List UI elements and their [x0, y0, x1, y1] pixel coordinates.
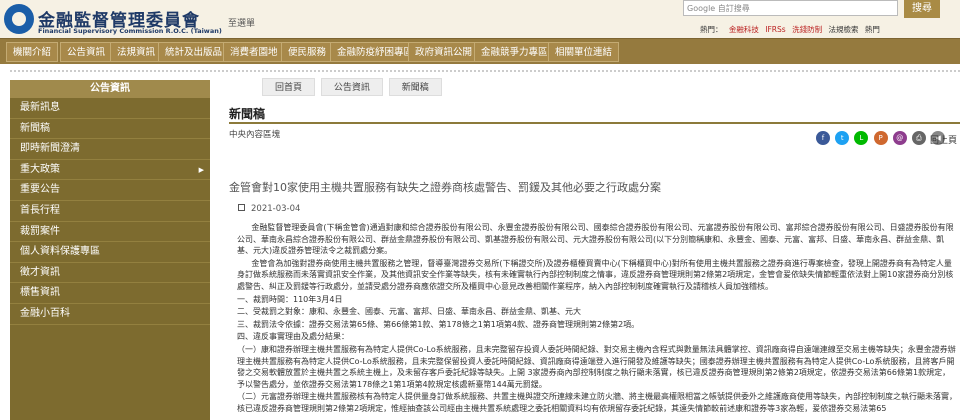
back-link[interactable]: 回上頁 — [930, 133, 957, 146]
line-icon[interactable]: L — [854, 131, 869, 145]
sidebar: 公告資訊 最新訊息 新聞稿 即時新聞澄清 重大政策 ▶ 重要公告 首長行程 裁罰案… — [10, 80, 210, 420]
main-nav: 機關介紹 公告資訊 法規資訊 統計及出版品 消費者園地 便民服務 金融防疫紓困專… — [0, 38, 960, 64]
divider — [10, 70, 960, 72]
nav-competitiveness[interactable]: 金融競爭力專區 — [474, 42, 555, 62]
sidebar-item-encyclopedia[interactable]: 金融小百科 — [10, 304, 210, 325]
breadcrumb-press[interactable]: 新聞稿 — [388, 78, 442, 96]
breadcrumb-home[interactable]: 回首頁 — [262, 78, 316, 96]
sidebar-item-clarification[interactable]: 即時新聞澄清 — [10, 139, 210, 160]
paragraph: 金融監督管理委員會(下稱金管會)通過對康和綜合證券股份有限公司、永豐金證券股份有… — [237, 223, 954, 256]
nav-services[interactable]: 便民服務 — [281, 42, 334, 62]
nav-about[interactable]: 機關介紹 — [6, 42, 59, 62]
search-button[interactable]: 搜尋 — [904, 0, 940, 18]
share-bar: f t L P @ ⎙ ◀ — [816, 131, 947, 145]
nav-announcements[interactable]: 公告資訊 — [60, 42, 113, 62]
nav-open-info[interactable]: 政府資訊公開 — [408, 42, 480, 62]
hot-more: 熱門 — [864, 25, 880, 34]
date-value: 2021-03-04 — [251, 204, 301, 214]
sidebar-item-schedule[interactable]: 首長行程 — [10, 201, 210, 222]
search-placeholder: Google 自訂搜尋 — [687, 4, 750, 13]
hot-label: 熱門： — [700, 25, 723, 34]
fsc-logo-icon[interactable] — [4, 4, 34, 34]
site-header: 金融監督管理委員會 Financial Supervisory Commissi… — [0, 0, 960, 38]
print-icon[interactable]: ⎙ — [911, 131, 926, 145]
hot-links: 熱門： 金融科技 IFRSs 洗錢防制 法規檢索 熱門 — [700, 24, 884, 35]
sidebar-item-notices[interactable]: 重要公告 — [10, 180, 210, 201]
nav-pandemic[interactable]: 金融防疫紓困專區 — [330, 42, 421, 62]
chevron-right-icon: ▶ — [198, 165, 204, 174]
hot-link-ifrs[interactable]: IFRSs — [765, 25, 785, 34]
sidebar-item-press[interactable]: 新聞稿 — [10, 119, 210, 140]
sidebar-item-policy[interactable]: 重大政策 ▶ — [10, 160, 210, 181]
article-title: 金管會對10家使用主機共置服務有缺失之證券商核處警告、罰鍰及其他必要之行政處分案 — [229, 181, 661, 194]
sidebar-item-auction[interactable]: 標售資訊 — [10, 283, 210, 304]
list-item: 一、裁罰時間：110年3月4日 — [237, 294, 343, 304]
nav-related-links[interactable]: 相關單位連結 — [548, 42, 620, 62]
sidebar-item-latest[interactable]: 最新訊息 — [10, 98, 210, 119]
list-item: 三、裁罰法令依據：證券交易法第65條、第66條第1款、第178條之1第1項第4款… — [237, 319, 640, 329]
paragraph: （一）康和證券辦理主機共置服務有為特定人提供Co-Lo系統服務，且未完整留存投資… — [237, 344, 956, 389]
twitter-icon[interactable]: t — [835, 131, 850, 145]
hot-link-regulation-search[interactable]: 法規檢索 — [828, 25, 858, 34]
content-region-label: 中央內容區塊 — [229, 130, 281, 140]
plurk-icon[interactable]: P — [873, 131, 888, 145]
article-body: 金融監督管理委員會(下稱金管會)通過對康和綜合證券股份有限公司、永豐金證券股份有… — [237, 222, 957, 416]
facebook-icon[interactable]: f — [816, 131, 830, 145]
breadcrumb-announcements[interactable]: 公告資訊 — [320, 78, 383, 96]
title-divider — [229, 122, 960, 124]
sidebar-item-privacy[interactable]: 個人資料保護專區 — [10, 242, 210, 263]
hot-link-aml[interactable]: 洗錢防制 — [792, 25, 822, 34]
paragraph: （二）元富證券辦理主機共置服務核有為特定人提供量身訂做系統服務、共置主機與證交所… — [237, 392, 957, 413]
sidebar-item-label: 重大政策 — [20, 163, 60, 175]
email-icon[interactable]: @ — [892, 131, 907, 145]
brand-name-en: Financial Supervisory Commission R.O.C. … — [38, 27, 222, 35]
list-item: 二、受裁罰之對象：康和、永豐金、國泰、元富、富邦、日盛、華南永昌、群益金鼎、凱基… — [237, 307, 581, 317]
breadcrumb: 回首頁 公告資訊 新聞稿 — [262, 78, 445, 96]
nav-statistics[interactable]: 統計及出版品 — [158, 42, 230, 62]
nav-regulations[interactable]: 法規資訊 — [110, 42, 163, 62]
sidebar-title: 公告資訊 — [10, 80, 210, 98]
nav-consumer[interactable]: 消費者園地 — [223, 42, 285, 62]
hot-link-fintech[interactable]: 金融科技 — [729, 25, 759, 34]
sidebar-item-penalties[interactable]: 裁罰案件 — [10, 222, 210, 243]
calendar-icon — [238, 204, 245, 211]
search-input[interactable]: Google 自訂搜尋 — [683, 0, 898, 16]
page-title: 新聞稿 — [229, 107, 266, 121]
skip-to-menu-link[interactable]: 至選單 — [228, 16, 255, 29]
article-date: 2021-03-04 — [238, 204, 300, 214]
list-item: 四、違反事實理由及處分結果： — [237, 332, 349, 342]
paragraph: 金管會為加強對證券商使用主機共置服務之管理，督導臺灣證券交易所(下稱證交所)及證… — [237, 258, 954, 291]
sidebar-item-jobs[interactable]: 徵才資訊 — [10, 263, 210, 284]
